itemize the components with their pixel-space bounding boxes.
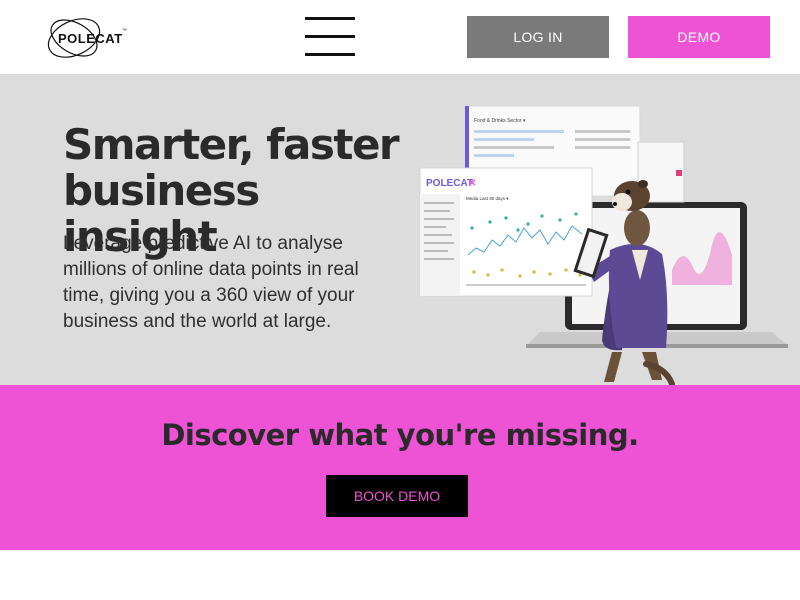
site-header: POLECAT ™ LOG IN DEMO <box>0 0 800 74</box>
hero-illustration: Food & Drinks Sector ▾ POLECAT ✕ Media L… <box>419 105 788 385</box>
dashboard-brand: POLECAT <box>426 178 473 189</box>
cta-title: Discover what you're missing. <box>161 418 639 452</box>
login-button[interactable]: LOG IN <box>467 16 609 58</box>
demo-button[interactable]: DEMO <box>628 16 770 58</box>
hero-subtext: Leverage predictive AI to analyse millio… <box>63 233 359 332</box>
cta-section: Discover what you're missing. BOOK DEMO <box>0 385 800 550</box>
book-demo-button[interactable]: BOOK DEMO <box>326 475 468 517</box>
dashboard-panel-title: Food & Drinks Sector ▾ <box>474 118 526 124</box>
hamburger-icon[interactable] <box>305 17 355 57</box>
logo-trademark: ™ <box>122 28 127 34</box>
svg-text:✕: ✕ <box>468 178 476 189</box>
logo-text: POLECAT <box>58 31 123 46</box>
dashboard-chart-title: Media Last 90 days ▾ <box>466 196 509 201</box>
dashboard-front-panel: POLECAT ✕ Media Last 90 days ▾ <box>419 167 593 297</box>
polecat-logo[interactable]: POLECAT ™ <box>44 12 134 64</box>
